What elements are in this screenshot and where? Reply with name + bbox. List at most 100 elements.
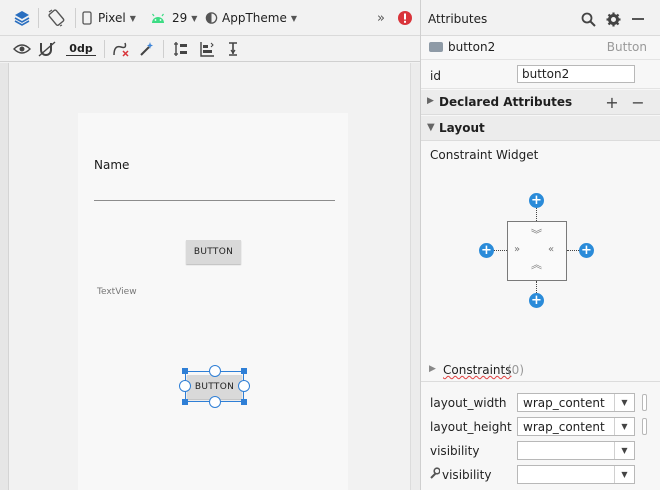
layout-section[interactable]: ▼ Layout: [421, 116, 660, 141]
orientation-icon[interactable]: [44, 7, 68, 29]
api-label: 29: [172, 11, 188, 25]
constraint-anchor-right[interactable]: [238, 380, 250, 392]
attr-row-layout-width: layout_width wrap_content ▼: [421, 391, 660, 415]
chevron-down-icon[interactable]: ︾: [531, 229, 542, 240]
add-bottom-constraint-icon[interactable]: +: [529, 293, 544, 308]
constraint-toolbar: 0dp: [0, 36, 420, 62]
visibility-dropdown[interactable]: ▼: [517, 441, 635, 460]
component-row: button2 Button: [421, 36, 660, 60]
pack-icon[interactable]: [170, 38, 192, 60]
api-selector[interactable]: 29 ▼: [150, 7, 198, 29]
editor-scrollbar[interactable]: [410, 63, 420, 490]
layout-width-dropdown[interactable]: wrap_content ▼: [517, 393, 635, 412]
autoconnect-icon[interactable]: [36, 38, 58, 60]
gear-icon[interactable]: [604, 10, 622, 28]
id-input[interactable]: button2: [517, 65, 635, 83]
theme-selector[interactable]: AppTheme ▼: [205, 7, 297, 29]
attr-label: layout_width: [430, 396, 507, 410]
minimize-icon[interactable]: [629, 10, 647, 28]
declared-attributes-section[interactable]: ▶ Declared Attributes + −: [421, 90, 660, 115]
attr-row-layout-height: layout_height wrap_content ▼: [421, 415, 660, 439]
toolbar-separator: [163, 40, 164, 58]
overflow-icon[interactable]: »: [373, 7, 389, 29]
design-canvas[interactable]: Name BUTTON TextView BUTTON: [0, 63, 410, 490]
resize-handle-bottom-left[interactable]: [182, 399, 188, 405]
toolbar-separator: [75, 8, 76, 28]
canvas-left-strip: [0, 63, 9, 490]
eye-icon[interactable]: [11, 38, 33, 60]
tools-visibility-dropdown[interactable]: ▼: [517, 465, 635, 484]
chevron-right-icon: ▶: [429, 364, 436, 374]
constraint-anchor-top[interactable]: [209, 365, 221, 377]
chevron-down-icon[interactable]: ▼: [614, 442, 634, 459]
chevron-down-icon[interactable]: ▼: [614, 418, 634, 435]
remove-icon[interactable]: −: [629, 92, 647, 112]
declared-attributes-title: Declared Attributes: [439, 95, 573, 109]
chevron-down-icon: ▼: [191, 13, 198, 23]
chevron-down-icon: ▼: [129, 13, 136, 23]
attr-row-tools-visibility: visibility ▼: [421, 463, 660, 487]
error-icon[interactable]: [395, 7, 415, 29]
button-component-icon: [429, 42, 443, 52]
chevron-right-icon[interactable]: »: [514, 245, 520, 255]
add-icon[interactable]: +: [603, 92, 621, 112]
add-right-constraint-icon[interactable]: +: [579, 243, 594, 258]
resize-handle-bottom-right[interactable]: [241, 399, 247, 405]
attr-side-handle[interactable]: [642, 418, 647, 435]
theme-label: AppTheme: [222, 11, 287, 25]
resize-handle-top-right[interactable]: [241, 368, 247, 374]
component-type: Button: [606, 40, 647, 54]
attr-label: layout_height: [430, 420, 512, 434]
name-label[interactable]: Name: [94, 158, 129, 172]
combo-value: wrap_content: [523, 420, 605, 434]
layout-title: Layout: [439, 121, 485, 135]
id-row: id button2: [421, 61, 660, 89]
attr-label: visibility: [430, 444, 480, 458]
wrench-icon: [429, 467, 441, 482]
phone-icon: [82, 11, 92, 25]
default-margin-button[interactable]: 0dp: [62, 38, 100, 60]
attributes-panel: Attributes button2 Button id button2 ▶ D…: [420, 0, 660, 490]
preview-button1[interactable]: BUTTON: [186, 240, 241, 264]
constraints-row[interactable]: ▶ Constraints (0): [421, 360, 660, 382]
device-selector[interactable]: Pixel ▼: [82, 7, 140, 29]
chevron-down-icon[interactable]: ▼: [614, 394, 634, 411]
constraint-line-top: [536, 207, 537, 221]
design-toolbar: Pixel ▼ 29 ▼ AppTheme ▼ »: [0, 0, 420, 36]
android-icon: [152, 13, 164, 23]
constraint-anchor-left[interactable]: [179, 380, 191, 392]
theme-icon: [205, 12, 218, 24]
combo-value: wrap_content: [523, 396, 605, 410]
chevron-down-icon: ▼: [427, 122, 435, 133]
align-icon[interactable]: [196, 38, 218, 60]
resize-handle-top-left[interactable]: [182, 368, 188, 374]
attr-side-handle[interactable]: [642, 394, 647, 411]
clear-constraints-icon[interactable]: [110, 38, 132, 60]
chevron-up-icon[interactable]: ︽: [531, 259, 542, 270]
constraint-anchor-bottom[interactable]: [209, 396, 221, 408]
guidelines-icon[interactable]: [222, 38, 244, 60]
constraint-widget-label: Constraint Widget: [430, 148, 539, 162]
component-name: button2: [448, 40, 496, 54]
layers-icon[interactable]: [10, 7, 34, 29]
constraint-widget-box: ︾ ︽ » «: [507, 221, 567, 281]
chevron-right-icon: ▶: [427, 96, 434, 106]
constraints-label: Constraints: [443, 363, 512, 377]
chevron-down-icon[interactable]: ▼: [614, 466, 634, 483]
device-label: Pixel: [98, 11, 126, 25]
name-edittext-underline[interactable]: [94, 200, 335, 201]
search-icon[interactable]: [579, 10, 597, 28]
add-left-constraint-icon[interactable]: +: [479, 243, 494, 258]
toolbar-separator: [38, 8, 39, 28]
device-preview: Name BUTTON TextView BUTTON: [78, 113, 348, 490]
layout-height-dropdown[interactable]: wrap_content ▼: [517, 417, 635, 436]
preview-textview[interactable]: TextView: [97, 287, 137, 297]
magic-wand-icon[interactable]: [136, 38, 158, 60]
add-top-constraint-icon[interactable]: +: [529, 193, 544, 208]
constraints-count: (0): [507, 363, 524, 377]
attributes-title: Attributes: [428, 12, 488, 26]
chevron-down-icon: ▼: [290, 13, 297, 23]
attr-row-visibility: visibility ▼: [421, 439, 660, 463]
chevron-left-icon[interactable]: «: [548, 245, 554, 255]
attributes-header: Attributes: [421, 0, 660, 36]
